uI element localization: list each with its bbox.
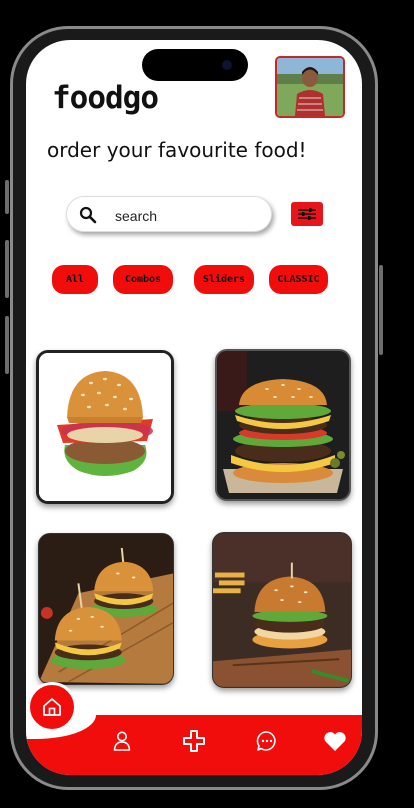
favorites-button[interactable] <box>323 729 347 753</box>
filter-button[interactable] <box>291 202 323 226</box>
volume-down-button <box>5 316 9 374</box>
silent-switch <box>5 180 9 214</box>
search-input[interactable] <box>113 204 267 228</box>
category-chip-classic[interactable]: CLASSIC <box>269 265 328 294</box>
category-chip-sliders[interactable]: Sliders <box>194 265 254 294</box>
burger-image <box>213 533 351 687</box>
product-card[interactable] <box>36 350 174 504</box>
product-card[interactable] <box>212 532 352 688</box>
profile-photo <box>277 58 343 116</box>
burger-image <box>39 534 173 684</box>
app-logo: foodgo <box>52 80 159 116</box>
phone-screen: foodgo order your favourite food! search… <box>26 40 362 775</box>
burger-image <box>217 351 349 499</box>
burger-image <box>39 353 171 501</box>
chat-bubble-icon <box>256 731 276 751</box>
dynamic-island <box>142 49 248 81</box>
search-bar[interactable] <box>66 196 272 232</box>
page-tagline: order your favourite food! <box>47 138 307 162</box>
chat-button[interactable] <box>255 729 279 753</box>
profile-button[interactable] <box>110 729 134 753</box>
home-button[interactable] <box>27 682 77 732</box>
person-icon <box>113 731 131 751</box>
volume-up-button <box>5 240 9 298</box>
avatar[interactable] <box>275 56 345 118</box>
add-button[interactable] <box>182 729 206 753</box>
category-chip-all[interactable]: All <box>52 265 98 294</box>
power-button <box>379 265 383 355</box>
search-icon <box>79 206 97 224</box>
heart-icon <box>324 732 346 751</box>
product-card[interactable] <box>38 533 174 685</box>
sliders-icon <box>298 208 316 220</box>
product-card[interactable] <box>215 349 351 501</box>
home-icon <box>43 698 61 716</box>
category-chip-combos[interactable]: Combos <box>113 265 173 294</box>
plus-icon <box>183 730 205 752</box>
